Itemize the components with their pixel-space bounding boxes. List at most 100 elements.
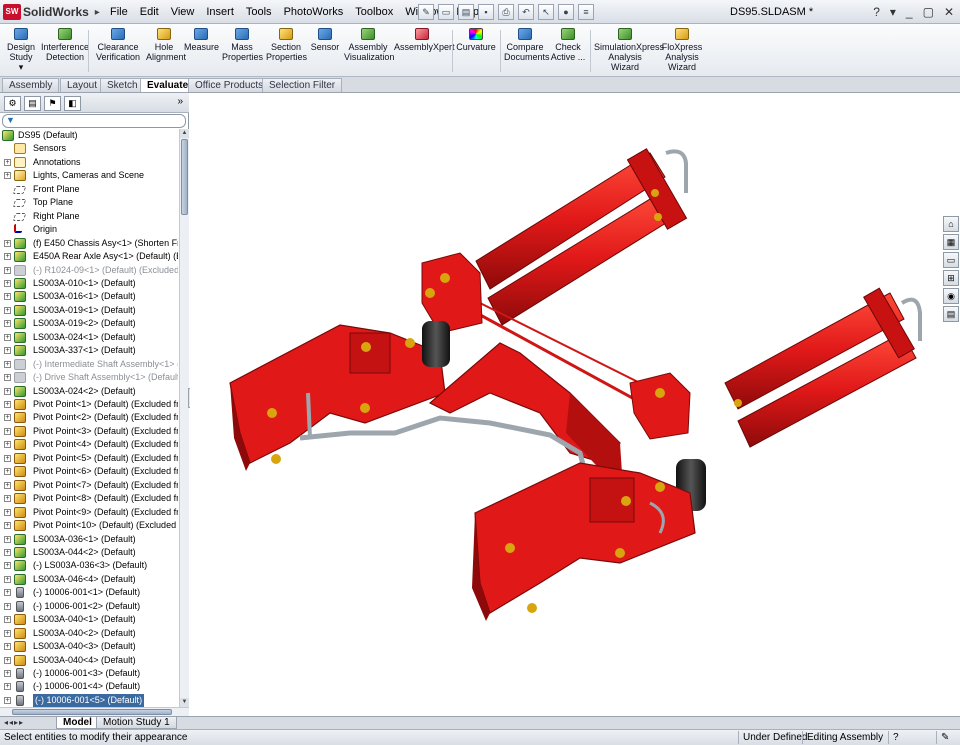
tree-item[interactable]: + LS003A-019<2> (Default) (0, 317, 178, 330)
expand-plus-icon[interactable]: + (4, 441, 11, 449)
floxpress-button[interactable]: FloXpress Analysis Wizard (660, 28, 704, 72)
expand-plus-icon[interactable]: + (4, 535, 11, 543)
tree-item[interactable]: + (-) 10006-001<4> (Default) (0, 680, 178, 693)
expand-plus-icon[interactable]: + (4, 387, 11, 395)
help-dropdown-icon[interactable]: ▾ (890, 5, 896, 19)
tree-item[interactable]: + Pivot Point<10> (Default) (Excluded fro… (0, 519, 178, 532)
menu-edit[interactable]: Edit (134, 6, 165, 18)
expand-plus-icon[interactable]: + (4, 629, 11, 637)
tree-vertical-scrollbar[interactable]: ▲ ▼ (179, 129, 189, 707)
expand-plus-icon[interactable]: + (4, 495, 11, 503)
tab-layout[interactable]: Layout (60, 78, 105, 92)
tree-item[interactable]: + LS003A-024<2> (Default) (0, 385, 178, 398)
assemblyxpert-button[interactable]: AssemblyXpert (394, 28, 455, 52)
expand-plus-icon[interactable]: + (4, 279, 11, 287)
tab-nav-arrows-icon[interactable]: ◂◂▸▸ (4, 718, 24, 727)
tree-item[interactable]: + (-) R1024-09<1> (Default) (Excluded fro… (0, 264, 178, 277)
menu-insert[interactable]: Insert (200, 6, 240, 18)
display-manager-tab-icon[interactable]: ◧ (64, 96, 81, 111)
property-manager-tab-icon[interactable]: ▤ (24, 96, 41, 111)
feature-manager-tab-icon[interactable]: ⚙ (4, 96, 21, 111)
expand-plus-icon[interactable]: + (4, 333, 11, 341)
expand-plus-icon[interactable]: + (4, 481, 11, 489)
view-palette-icon[interactable]: ⊞ (943, 270, 959, 286)
status-edit-icon[interactable]: ✎ (936, 731, 953, 744)
tab-motion-study-1[interactable]: Motion Study 1 (96, 717, 177, 729)
tree-item[interactable]: + LS003A-010<1> (Default) (0, 277, 178, 290)
hole-alignment-button[interactable]: Hole Alignment (146, 28, 186, 62)
tree-item[interactable]: + (-) 10006-001<3> (Default) (0, 667, 178, 680)
panel-expand-chevron-icon[interactable]: » (177, 96, 183, 107)
options-pin-icon[interactable]: ✎ (418, 4, 434, 20)
tab-office-products[interactable]: Office Products (188, 78, 271, 92)
expand-plus-icon[interactable]: + (4, 306, 11, 314)
restore-icon[interactable]: ▢ (923, 5, 934, 19)
mass-properties-button[interactable]: Mass Properties (222, 28, 263, 62)
tree-item[interactable]: Front Plane (0, 183, 178, 196)
hscroll-thumb[interactable] (12, 709, 172, 715)
expand-plus-icon[interactable]: + (4, 239, 11, 247)
tree-item[interactable]: + LS003A-337<1> (Default) (0, 344, 178, 357)
tree-item[interactable]: + (-) Intermediate Shaft Assembly<1> (Def… (0, 358, 178, 371)
tree-item[interactable]: + Pivot Point<3> (Default) (Excluded from… (0, 425, 178, 438)
tree-item[interactable]: + E450A Rear Axle Asy<1> (Default) (Exclu (0, 250, 178, 263)
tree-item[interactable]: Right Plane (0, 210, 178, 223)
tree-item[interactable]: + (-) 10006-001<2> (Default) (0, 600, 178, 613)
scroll-down-arrow-icon[interactable]: ▼ (180, 698, 189, 707)
expand-plus-icon[interactable]: + (4, 589, 11, 597)
scroll-thumb[interactable] (181, 139, 188, 215)
tree-item[interactable]: + Pivot Point<8> (Default) (Excluded from… (0, 492, 178, 505)
tree-item[interactable]: + LS003A-019<1> (Default) (0, 304, 178, 317)
expand-plus-icon[interactable]: + (4, 522, 11, 530)
expand-plus-icon[interactable]: + (4, 575, 11, 583)
design-study-button[interactable]: Design Study ▾ (4, 28, 38, 72)
curvature-button[interactable]: Curvature (456, 28, 496, 52)
measure-button[interactable]: Measure (184, 28, 219, 52)
appearances-icon[interactable]: ◉ (943, 288, 959, 304)
expand-plus-icon[interactable]: + (4, 468, 11, 476)
expand-plus-icon[interactable]: + (4, 454, 11, 462)
tree-item[interactable]: Sensors (0, 142, 178, 155)
tree-item[interactable]: + Annotations (0, 156, 178, 169)
tab-evaluate[interactable]: Evaluate (140, 78, 196, 92)
expand-plus-icon[interactable]: + (4, 548, 11, 556)
select-cursor-icon[interactable]: ↖ (538, 4, 554, 20)
tree-item[interactable]: + LS003A-016<1> (Default) (0, 290, 178, 303)
expand-plus-icon[interactable]: + (4, 414, 11, 422)
tab-sketch[interactable]: Sketch (100, 78, 145, 92)
scroll-up-arrow-icon[interactable]: ▲ (180, 129, 189, 138)
expand-plus-icon[interactable]: + (4, 360, 11, 368)
tree-item[interactable]: + Pivot Point<9> (Default) (Excluded from… (0, 506, 178, 519)
expand-plus-icon[interactable]: + (4, 683, 11, 691)
expand-plus-icon[interactable]: + (4, 670, 11, 677)
interference-detection-button[interactable]: Interference Detection (40, 28, 90, 62)
menu-file[interactable]: File (104, 6, 134, 18)
tree-item[interactable]: + LS003A-040<4> (Default) (0, 654, 178, 667)
minimize-icon[interactable]: _ (906, 5, 913, 19)
tab-model[interactable]: Model (56, 717, 99, 729)
expand-plus-icon[interactable]: + (4, 427, 11, 435)
sensor-button[interactable]: Sensor (310, 28, 340, 52)
help-icon[interactable]: ? (873, 5, 880, 19)
tab-assembly[interactable]: Assembly (2, 78, 60, 92)
expand-plus-icon[interactable]: + (4, 266, 11, 274)
app-logo[interactable]: SW SolidWorks ▸ (3, 3, 100, 21)
tree-filter-field[interactable]: ▼ (2, 114, 186, 128)
tree-item[interactable]: + LS003A-036<1> (Default) (0, 533, 178, 546)
tree-item[interactable]: + LS003A-040<1> (Default) (0, 613, 178, 626)
tree-item[interactable]: + Pivot Point<6> (Default) (Excluded from… (0, 465, 178, 478)
tree-item[interactable]: + LS003A-040<2> (Default) (0, 627, 178, 640)
menu-photoworks[interactable]: PhotoWorks (278, 6, 350, 18)
expand-plus-icon[interactable]: + (4, 643, 11, 651)
expand-plus-icon[interactable]: + (4, 602, 11, 610)
tree-item[interactable]: + LS003A-044<2> (Default) (0, 546, 178, 559)
expand-plus-icon[interactable]: + (4, 401, 11, 408)
expand-plus-icon[interactable]: + (4, 293, 11, 301)
tree-item[interactable]: + LS003A-040<3> (Default) (0, 640, 178, 653)
open-folder-icon[interactable]: ▤ (458, 4, 474, 20)
tree-item[interactable]: DS95 (Default) (0, 129, 178, 142)
save-icon[interactable]: ▪ (478, 4, 494, 20)
new-document-icon[interactable]: ▭ (438, 4, 454, 20)
expand-plus-icon[interactable]: + (4, 562, 11, 570)
chevron-right-icon[interactable]: ▸ (95, 7, 100, 18)
